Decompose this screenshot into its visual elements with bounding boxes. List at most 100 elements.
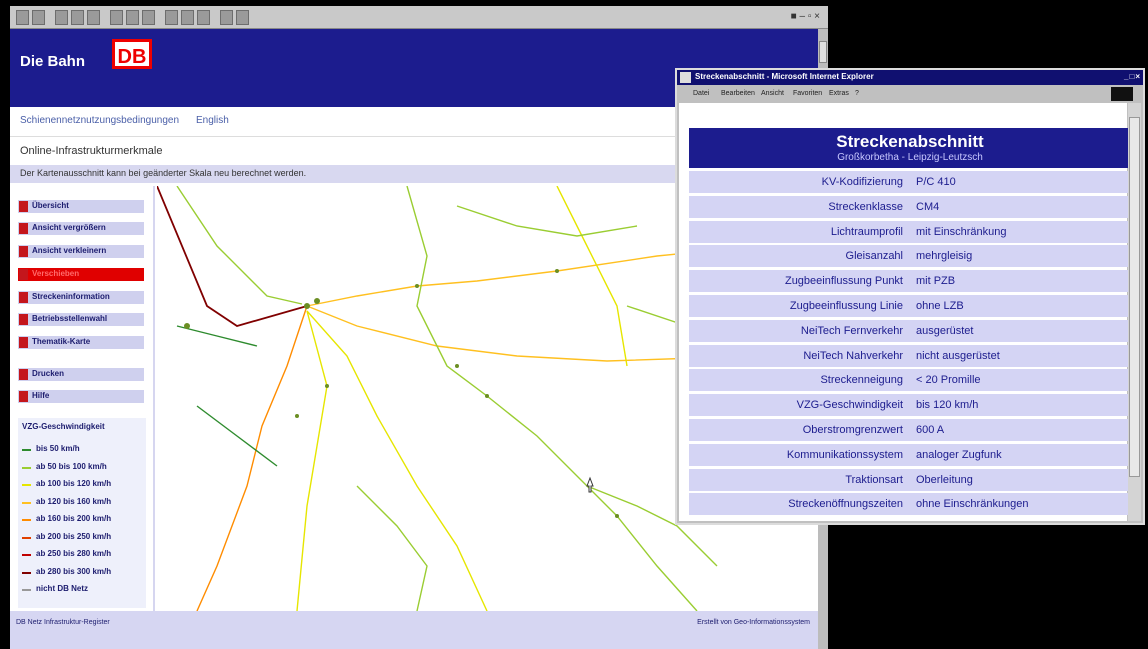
menu-bullet-icon [19,201,28,212]
scrollbar-thumb[interactable] [819,41,827,63]
legend-label: ab 280 bis 300 km/h [36,566,112,576]
station-dot [555,269,559,273]
legend-label: nicht DB Netz [36,584,88,593]
history-icon[interactable] [142,10,155,25]
search-icon[interactable] [110,10,123,25]
home-icon[interactable] [87,10,100,25]
info-key: Zugbeeinflussung Punkt [784,275,903,288]
scrollbar-thumb[interactable] [1129,117,1140,477]
info-value: mehrgleisig [916,250,973,263]
nav-link-english[interactable]: English [196,115,229,126]
map-line [306,310,488,611]
menu-bullet-icon [19,223,28,234]
info-key: Traktionsart [845,473,903,486]
legend-label: ab 100 bis 120 km/h [36,479,112,488]
footer-left-text: DB Netz Infrastruktur-Register [16,619,110,626]
menu-bullet-icon [19,314,28,325]
sidebar-item-help[interactable]: Hilfe [18,390,144,403]
station-dot [455,364,459,368]
sidebar-item-zoom-out[interactable]: Ansicht verkleinern [18,245,144,258]
map-line [556,186,628,367]
map-line [176,325,258,347]
info-row: Streckenklasse CM4 [689,195,1131,218]
info-key: NeiTech Fernverkehr [800,324,903,337]
info-row: Lichtraumprofil mit Einschränkung [689,220,1131,243]
window-controls[interactable]: ■ – ▫ × [791,11,820,22]
info-key: VZG-Geschwindigkeit [796,399,903,412]
info-row: Gleisanzahl mehrgleisig [689,245,1131,268]
browser-toolbar: ■ – ▫ × [10,6,828,29]
edit-icon[interactable] [197,10,210,25]
info-key: NeiTech Nahverkehr [803,349,903,362]
mail-icon[interactable] [165,10,178,25]
sidebar-item-uebersicht[interactable]: Übersicht [18,200,144,213]
menu-bullet-icon [19,391,28,402]
menu-favoriten[interactable]: Favoriten [793,90,822,97]
info-key: Gleisanzahl [845,250,903,263]
menu-ansicht[interactable]: Ansicht [761,90,784,97]
popup-window-controls[interactable]: _□× [1124,72,1141,81]
print-icon[interactable] [181,10,194,25]
messenger-icon[interactable] [236,10,249,25]
station-dot [615,514,619,518]
menu-bullet-icon [19,269,28,280]
popup-window: Streckenabschnitt - Microsoft Internet E… [675,68,1145,525]
sidebar-item-zoom-in[interactable]: Ansicht vergrößern [18,222,144,235]
info-key: KV-Kodifizierung [821,176,903,188]
info-value: mit PZB [916,275,956,288]
menu-extras[interactable]: Extras [829,90,849,97]
station-dot [314,298,320,304]
popup-titlebar[interactable]: Streckenabschnitt - Microsoft Internet E… [677,70,1143,85]
db-logo[interactable]: DB [112,39,152,69]
map-line [196,405,278,467]
legend-swatch [22,519,31,521]
legend-swatch [22,466,31,469]
info-key: Streckenneigung [820,374,903,387]
info-row: NeiTech Fernverkehr ausgerüstet [689,319,1131,342]
menu-bullet-icon [19,337,28,348]
legend-swatch [22,554,31,556]
forward-icon[interactable] [32,10,45,25]
menu-help[interactable]: ? [855,90,859,97]
nav-link-snb[interactable]: Schienennetznutzungsbedingungen [20,115,179,126]
legend-title: VZG-Geschwindigkeit [22,422,105,431]
legend-label: ab 160 bis 200 km/h [36,514,112,523]
legend-label: ab 200 bis 250 km/h [36,531,112,541]
sidebar-item-print[interactable]: Drucken [18,368,144,381]
discuss-icon[interactable] [220,10,233,25]
refresh-icon[interactable] [71,10,84,25]
brand-name: Die Bahn [20,53,86,70]
popup-scrollbar[interactable] [1128,103,1141,521]
info-subtitle: Großkorbetha - Leipzig-Leutzsch [837,152,983,163]
footer-right-text: Erstellt von Geo-Informationssystem [697,619,810,626]
sidebar-item-route-info[interactable]: Streckeninformation [18,291,144,304]
menu-bearbeiten[interactable]: Bearbeiten [721,90,755,97]
menu-bullet-icon [19,292,28,303]
menu-bullet-icon [19,369,28,380]
map-line [157,186,308,327]
info-key: Kommunikationssystem [786,448,903,461]
sidebar-item-theme-map[interactable]: Thematik-Karte [18,336,144,349]
stop-icon[interactable] [55,10,68,25]
info-row: Kommunikationssystem analoger Zugfunk [689,443,1131,466]
hand-cursor-icon [586,476,594,493]
info-key: Streckenöffnungszeiten [788,498,903,511]
info-value: ohne LZB [916,300,964,312]
legend-label: ab 50 bis 100 km/h [36,461,107,471]
map-line [486,395,698,611]
sidebar-item-pan[interactable]: Verschieben [18,268,144,281]
footer-bar: DB Netz Infrastruktur-Register Erstellt … [10,611,818,649]
sidebar-item-station-select[interactable]: Betriebsstellenwahl [18,313,144,326]
info-value: Oberleitung [916,473,973,486]
notice-text: Der Kartenausschnitt kann bei geänderter… [20,168,307,178]
map-line [176,186,303,305]
info-row: Traktionsart Oberleitung [689,468,1131,491]
info-value: ausgerüstet [916,324,974,337]
menu-datei[interactable]: Datei [693,90,709,97]
info-row: Oberstromgrenzwert 600 A [689,419,1131,441]
favorites-icon[interactable] [126,10,139,25]
info-value: mit Einschränkung [916,225,1007,238]
info-value: < 20 Promille [916,374,981,387]
back-icon[interactable] [16,10,29,25]
info-row: Streckenneigung < 20 Promille [689,369,1131,392]
